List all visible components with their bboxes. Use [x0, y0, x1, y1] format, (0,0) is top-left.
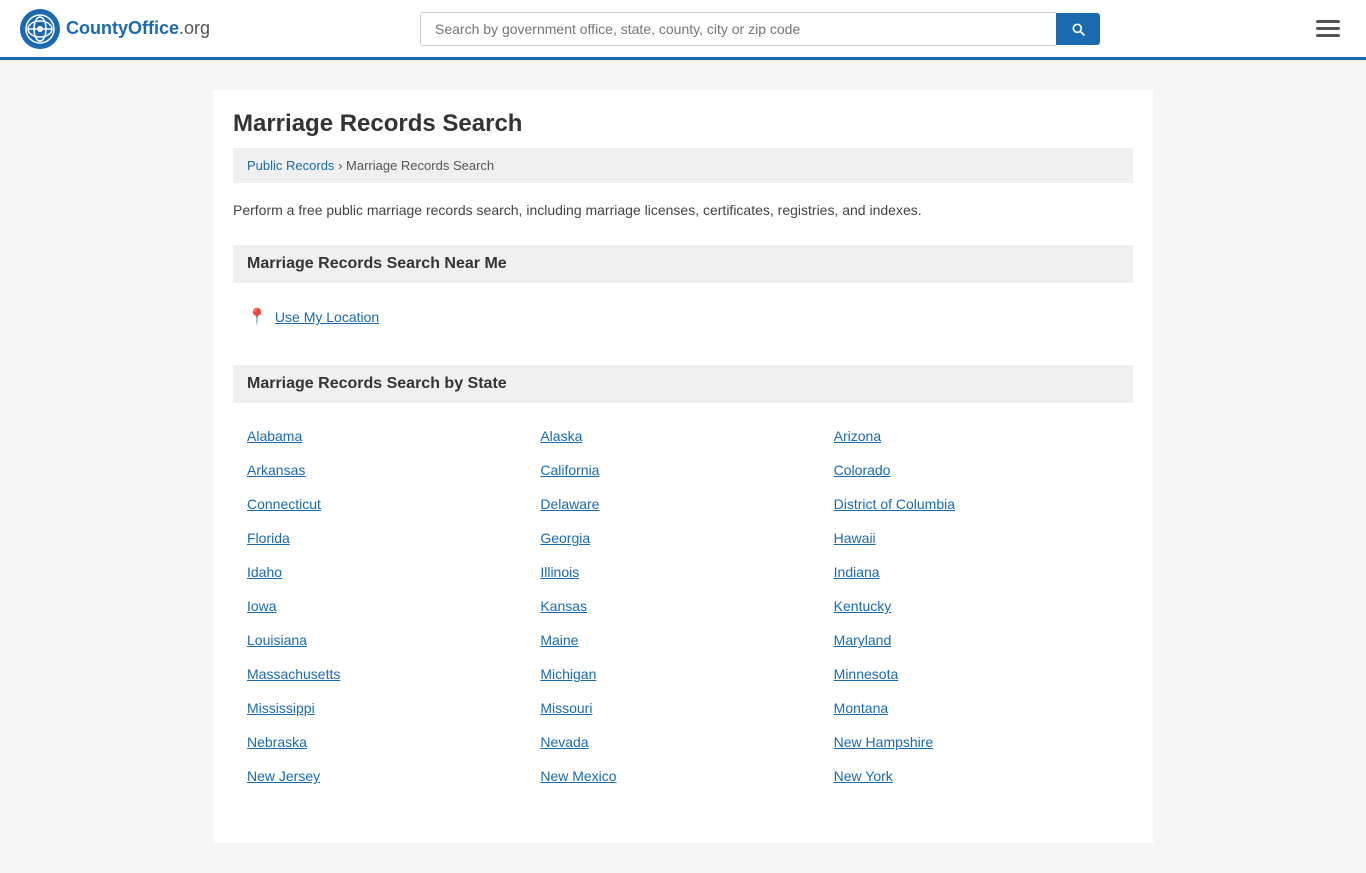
list-item: Louisiana: [243, 623, 536, 657]
state-link[interactable]: Iowa: [247, 598, 277, 614]
state-link[interactable]: Arkansas: [247, 462, 305, 478]
logo-name: CountyOffice.org: [66, 18, 210, 39]
list-item: Illinois: [536, 555, 829, 589]
state-link[interactable]: Missouri: [540, 700, 592, 716]
state-link[interactable]: District of Columbia: [834, 496, 955, 512]
state-link[interactable]: New York: [834, 768, 893, 784]
list-item: Idaho: [243, 555, 536, 589]
list-item: Iowa: [243, 589, 536, 623]
list-item: Hawaii: [830, 521, 1123, 555]
list-item: Georgia: [536, 521, 829, 555]
state-link[interactable]: New Mexico: [540, 768, 616, 784]
state-link[interactable]: Alaska: [540, 428, 582, 444]
by-state-header: Marriage Records Search by State: [233, 365, 1133, 403]
hamburger-line: [1316, 20, 1340, 23]
state-link[interactable]: Hawaii: [834, 530, 876, 546]
list-item: Michigan: [536, 657, 829, 691]
search-icon: [1070, 21, 1086, 37]
list-item: Mississippi: [243, 691, 536, 725]
list-item: Delaware: [536, 487, 829, 521]
list-item: Connecticut: [243, 487, 536, 521]
breadcrumb-current: Marriage Records Search: [346, 158, 494, 173]
state-link[interactable]: Maryland: [834, 632, 892, 648]
list-item: Colorado: [830, 453, 1123, 487]
hamburger-line: [1316, 34, 1340, 37]
list-item: Maryland: [830, 623, 1123, 657]
near-me-header: Marriage Records Search Near Me: [233, 245, 1133, 283]
search-button[interactable]: [1056, 13, 1100, 45]
state-link[interactable]: Kansas: [540, 598, 587, 614]
state-link[interactable]: New Hampshire: [834, 734, 934, 750]
list-item: Kansas: [536, 589, 829, 623]
state-link[interactable]: Nevada: [540, 734, 588, 750]
state-link[interactable]: Illinois: [540, 564, 579, 580]
page-title: Marriage Records Search: [233, 90, 1133, 148]
search-area: [420, 12, 1100, 46]
state-link[interactable]: Alabama: [247, 428, 302, 444]
list-item: Nevada: [536, 725, 829, 759]
list-item: Alabama: [243, 419, 536, 453]
state-link[interactable]: Maine: [540, 632, 578, 648]
states-grid: Alabama Alaska Arizona Arkansas California Co…: [233, 419, 1133, 793]
use-location-row: 📍 Use My Location: [233, 299, 1133, 335]
list-item: Missouri: [536, 691, 829, 725]
use-location-link[interactable]: Use My Location: [275, 309, 379, 325]
list-item: Minnesota: [830, 657, 1123, 691]
state-link[interactable]: Arizona: [834, 428, 881, 444]
state-link[interactable]: Minnesota: [834, 666, 899, 682]
list-item: Arizona: [830, 419, 1123, 453]
list-item: Indiana: [830, 555, 1123, 589]
description: Perform a free public marriage records s…: [233, 199, 1133, 221]
list-item: Massachusetts: [243, 657, 536, 691]
menu-button[interactable]: [1310, 14, 1346, 43]
state-link[interactable]: Mississippi: [247, 700, 315, 716]
list-item: New Mexico: [536, 759, 829, 793]
state-link[interactable]: Louisiana: [247, 632, 307, 648]
logo-icon: [20, 9, 60, 49]
state-link[interactable]: Indiana: [834, 564, 880, 580]
state-link[interactable]: Florida: [247, 530, 290, 546]
logo-text: CountyOffice: [66, 18, 179, 38]
list-item: California: [536, 453, 829, 487]
list-item: Kentucky: [830, 589, 1123, 623]
search-input[interactable]: [420, 12, 1056, 46]
state-link[interactable]: Idaho: [247, 564, 282, 580]
main-content: Marriage Records Search Public Records ›…: [213, 90, 1153, 843]
breadcrumb-home[interactable]: Public Records: [247, 158, 334, 173]
breadcrumb: Public Records › Marriage Records Search: [233, 148, 1133, 183]
list-item: Alaska: [536, 419, 829, 453]
breadcrumb-separator: ›: [338, 158, 346, 173]
state-link[interactable]: Colorado: [834, 462, 891, 478]
state-link[interactable]: Michigan: [540, 666, 596, 682]
header: CountyOffice.org: [0, 0, 1366, 60]
location-section: Marriage Records Search Near Me 📍 Use My…: [233, 245, 1133, 335]
location-icon: 📍: [247, 307, 267, 327]
state-link[interactable]: Connecticut: [247, 496, 321, 512]
logo: CountyOffice.org: [20, 9, 210, 49]
state-link[interactable]: Kentucky: [834, 598, 892, 614]
list-item: Nebraska: [243, 725, 536, 759]
state-link[interactable]: Delaware: [540, 496, 599, 512]
logo-suffix: .org: [179, 18, 210, 38]
list-item: Maine: [536, 623, 829, 657]
list-item: District of Columbia: [830, 487, 1123, 521]
list-item: Florida: [243, 521, 536, 555]
state-link[interactable]: Georgia: [540, 530, 590, 546]
state-link[interactable]: Nebraska: [247, 734, 307, 750]
list-item: New Hampshire: [830, 725, 1123, 759]
state-link[interactable]: Massachusetts: [247, 666, 340, 682]
state-link[interactable]: California: [540, 462, 599, 478]
list-item: New York: [830, 759, 1123, 793]
list-item: Montana: [830, 691, 1123, 725]
list-item: Arkansas: [243, 453, 536, 487]
list-item: New Jersey: [243, 759, 536, 793]
state-section: Marriage Records Search by State Alabama…: [233, 365, 1133, 793]
state-link[interactable]: New Jersey: [247, 768, 320, 784]
state-link[interactable]: Montana: [834, 700, 888, 716]
hamburger-line: [1316, 27, 1340, 30]
